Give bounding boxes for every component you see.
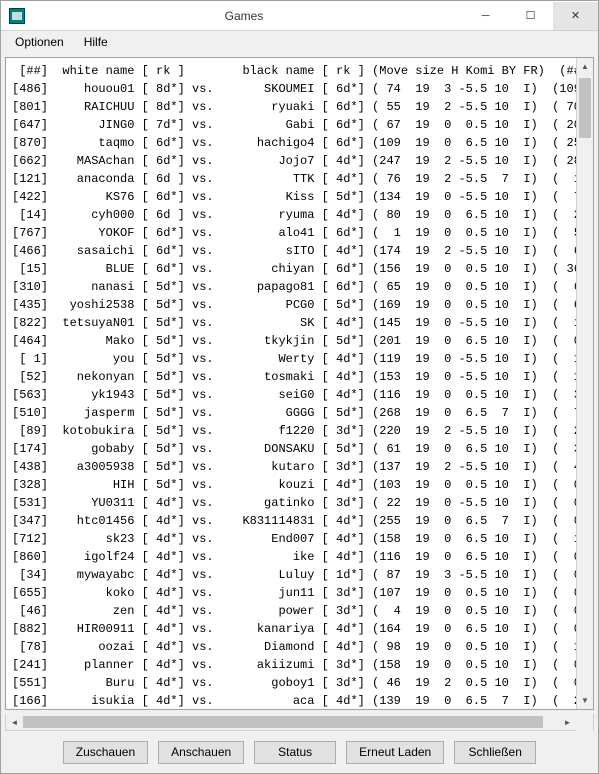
- app-icon: [9, 8, 25, 24]
- anschauen-button[interactable]: Anschauen: [158, 741, 244, 764]
- table-row[interactable]: [347] htc01456 [ 4d*] vs. K831114831 [ 4…: [12, 512, 574, 530]
- table-row[interactable]: [15] BLUE [ 6d*] vs. chiyan [ 6d*] (156 …: [12, 260, 574, 278]
- table-row[interactable]: [438] a3005938 [ 5d*] vs. kutaro [ 3d*] …: [12, 458, 574, 476]
- scroll-thumb-vertical[interactable]: [579, 78, 591, 138]
- table-row[interactable]: [531] YU0311 [ 4d*] vs. gatinko [ 3d*] (…: [12, 494, 574, 512]
- table-row[interactable]: [166] isukia [ 4d*] vs. aca [ 4d*] (139 …: [12, 692, 574, 709]
- window-frame: Games ─ ☐ ✕ Optionen Hilfe [##] white na…: [0, 0, 599, 774]
- window-title: Games: [25, 9, 463, 23]
- table-row[interactable]: [662] MASAchan [ 6d*] vs. Jojo7 [ 4d*] (…: [12, 152, 574, 170]
- game-list[interactable]: [##] white name [ rk ] black name [ rk ]…: [6, 58, 576, 709]
- window-controls: ─ ☐ ✕: [463, 2, 598, 30]
- table-row[interactable]: [121] anaconda [ 6d ] vs. TTK [ 4d*] ( 7…: [12, 170, 574, 188]
- scroll-track-horizontal[interactable]: [23, 714, 559, 730]
- scroll-thumb-horizontal[interactable]: [23, 716, 543, 728]
- scroll-right-icon[interactable]: ►: [559, 714, 576, 731]
- table-row[interactable]: [ 1] you [ 5d*] vs. Werty [ 4d*] (119 19…: [12, 350, 574, 368]
- table-row[interactable]: [486] houou01 [ 8d*] vs. SKOUMEI [ 6d*] …: [12, 80, 574, 98]
- table-row[interactable]: [510] jasperm [ 5d*] vs. GGGG [ 5d*] (26…: [12, 404, 574, 422]
- table-row[interactable]: [860] igolf24 [ 4d*] vs. ike [ 4d*] (116…: [12, 548, 574, 566]
- table-row[interactable]: [174] gobaby [ 5d*] vs. DONSAKU [ 5d*] (…: [12, 440, 574, 458]
- table-row[interactable]: [767] YOKOF [ 6d*] vs. alo41 [ 6d*] ( 1 …: [12, 224, 574, 242]
- table-row[interactable]: [882] HIR00911 [ 4d*] vs. kanariya [ 4d*…: [12, 620, 574, 638]
- table-row[interactable]: [464] Mako [ 5d*] vs. tkykjin [ 5d*] (20…: [12, 332, 574, 350]
- titlebar[interactable]: Games ─ ☐ ✕: [1, 1, 598, 31]
- table-row[interactable]: [34] mywayabc [ 4d*] vs. Luluy [ 1d*] ( …: [12, 566, 574, 584]
- scroll-up-icon[interactable]: ▲: [577, 58, 593, 75]
- table-row[interactable]: [52] nekonyan [ 5d*] vs. tosmaki [ 4d*] …: [12, 368, 574, 386]
- menubar: Optionen Hilfe: [1, 31, 598, 53]
- table-row[interactable]: [647] JING0 [ 7d*] vs. Gabi [ 6d*] ( 67 …: [12, 116, 574, 134]
- table-row[interactable]: [655] koko [ 4d*] vs. jun11 [ 3d*] (107 …: [12, 584, 574, 602]
- table-row[interactable]: [241] planner [ 4d*] vs. akiizumi [ 3d*]…: [12, 656, 574, 674]
- table-row[interactable]: [563] yk1943 [ 5d*] vs. seiG0 [ 4d*] (11…: [12, 386, 574, 404]
- table-row[interactable]: [551] Buru [ 4d*] vs. goboy1 [ 3d*] ( 46…: [12, 674, 574, 692]
- table-row[interactable]: [822] tetsuyaN01 [ 5d*] vs. SK [ 4d*] (1…: [12, 314, 574, 332]
- column-header-row: [##] white name [ rk ] black name [ rk ]…: [12, 62, 574, 80]
- table-row[interactable]: [466] sasaichi [ 6d*] vs. sITO [ 4d*] (1…: [12, 242, 574, 260]
- scroll-down-icon[interactable]: ▼: [577, 692, 593, 709]
- table-row[interactable]: [870] taqmo [ 6d*] vs. hachigo4 [ 6d*] (…: [12, 134, 574, 152]
- button-bar: Zuschauen Anschauen Status Erneut Laden …: [1, 731, 598, 773]
- table-row[interactable]: [78] oozai [ 4d*] vs. Diamond [ 4d*] ( 9…: [12, 638, 574, 656]
- menu-hilfe[interactable]: Hilfe: [74, 33, 118, 51]
- content-area: [##] white name [ rk ] black name [ rk ]…: [5, 57, 594, 710]
- table-row[interactable]: [328] HIH [ 5d*] vs. kouzi [ 4d*] (103 1…: [12, 476, 574, 494]
- table-row[interactable]: [14] cyh000 [ 6d ] vs. ryuma [ 4d*] ( 80…: [12, 206, 574, 224]
- vertical-scrollbar[interactable]: ▲ ▼: [576, 58, 593, 709]
- table-row[interactable]: [801] RAICHUU [ 8d*] vs. ryuaki [ 6d*] (…: [12, 98, 574, 116]
- zuschauen-button[interactable]: Zuschauen: [63, 741, 148, 764]
- scroll-left-icon[interactable]: ◄: [6, 714, 23, 731]
- horizontal-scrollbar[interactable]: ◄ ►: [5, 714, 594, 731]
- scroll-corner: [576, 714, 593, 731]
- table-row[interactable]: [435] yoshi2538 [ 5d*] vs. PCG0 [ 5d*] (…: [12, 296, 574, 314]
- erneut-laden-button[interactable]: Erneut Laden: [346, 741, 444, 764]
- table-row[interactable]: [46] zen [ 4d*] vs. power [ 3d*] ( 4 19 …: [12, 602, 574, 620]
- table-row[interactable]: [422] KS76 [ 6d*] vs. Kiss [ 5d*] (134 1…: [12, 188, 574, 206]
- minimize-button[interactable]: ─: [463, 2, 508, 30]
- schliessen-button[interactable]: Schließen: [454, 741, 536, 764]
- table-row[interactable]: [310] nanasi [ 5d*] vs. papago81 [ 6d*] …: [12, 278, 574, 296]
- close-button[interactable]: ✕: [553, 2, 598, 30]
- status-button[interactable]: Status: [254, 741, 336, 764]
- table-row[interactable]: [89] kotobukira [ 5d*] vs. f1220 [ 3d*] …: [12, 422, 574, 440]
- menu-optionen[interactable]: Optionen: [5, 33, 74, 51]
- table-row[interactable]: [712] sk23 [ 4d*] vs. End007 [ 4d*] (158…: [12, 530, 574, 548]
- maximize-button[interactable]: ☐: [508, 2, 553, 30]
